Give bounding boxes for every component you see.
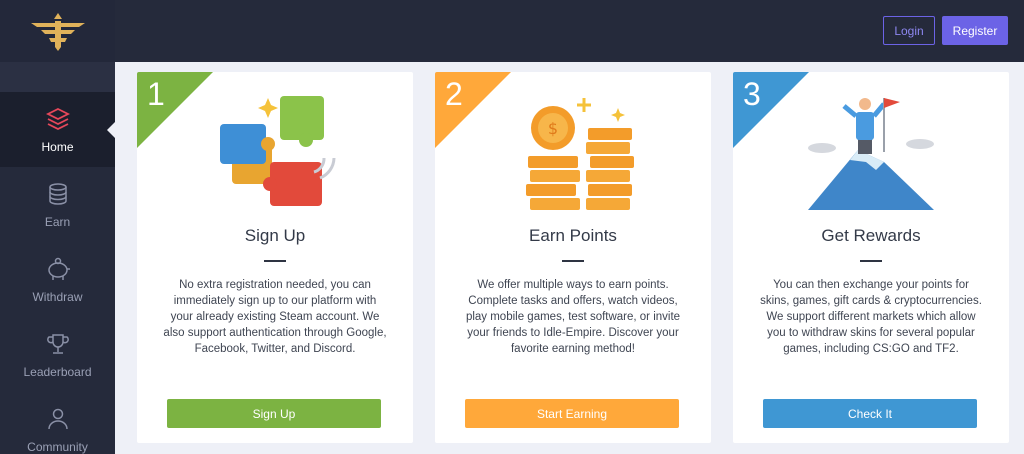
top-bar: Login Register xyxy=(115,0,1024,62)
users-icon xyxy=(47,408,68,429)
sidebar-item-home[interactable]: Home xyxy=(0,92,116,167)
card-description: You can then exchange your points for sk… xyxy=(760,279,982,355)
svg-text:$: $ xyxy=(548,119,558,138)
piggy-bank-icon xyxy=(47,257,70,280)
step-card-rewards: 3 Get Rewards You can then exchange your… xyxy=(733,72,1009,443)
step-card-signup: 1 Sign Up No extra registration needed, … xyxy=(137,72,413,443)
card-title: Earn Points xyxy=(529,226,617,245)
title-divider xyxy=(860,260,882,262)
layers-icon xyxy=(45,107,70,130)
sidebar-item-leaderboard[interactable]: Leaderboard xyxy=(0,317,115,392)
login-button[interactable]: Login xyxy=(883,16,935,45)
sidebar-item-label: Leaderboard xyxy=(23,364,92,379)
mountain-flag-icon xyxy=(808,98,934,210)
sidebar-item-earn[interactable]: Earn xyxy=(0,167,115,242)
trophy-icon xyxy=(46,333,69,354)
card-title: Get Rewards xyxy=(821,226,921,245)
card-title: Sign Up xyxy=(244,226,306,245)
sidebar-item-withdraw[interactable]: Withdraw xyxy=(0,242,115,317)
coin-stack-icon: $ xyxy=(526,98,634,210)
register-button[interactable]: Register xyxy=(942,16,1008,45)
title-divider xyxy=(264,260,286,262)
step-number: 1 xyxy=(147,76,165,112)
card-description: No extra registration needed, you can im… xyxy=(163,279,387,355)
step-number: 3 xyxy=(743,76,761,112)
step-card-earn: 2 $ Earn Points We offer multiple ways t… xyxy=(435,72,711,443)
sidebar-item-community[interactable]: Community xyxy=(0,392,115,454)
card-description: We offer multiple ways to earn points. C… xyxy=(465,279,681,355)
sign-up-button[interactable]: Sign Up xyxy=(167,399,381,428)
sidebar-item-label: Community xyxy=(27,439,88,454)
sidebar-item-label: Home xyxy=(41,139,74,154)
check-it-button[interactable]: Check It xyxy=(763,399,977,428)
puzzle-icon xyxy=(220,96,336,206)
sidebar: Home Earn Withdraw Leaderboard Community xyxy=(0,0,116,454)
eagle-logo-icon xyxy=(30,13,85,51)
sidebar-item-label: Earn xyxy=(44,214,71,229)
start-earning-button[interactable]: Start Earning xyxy=(465,399,679,428)
title-divider xyxy=(562,260,584,262)
logo[interactable] xyxy=(0,0,115,62)
sidebar-spacer xyxy=(0,62,115,92)
coins-icon xyxy=(48,182,67,205)
sidebar-item-label: Withdraw xyxy=(32,289,83,304)
step-number: 2 xyxy=(445,76,463,112)
